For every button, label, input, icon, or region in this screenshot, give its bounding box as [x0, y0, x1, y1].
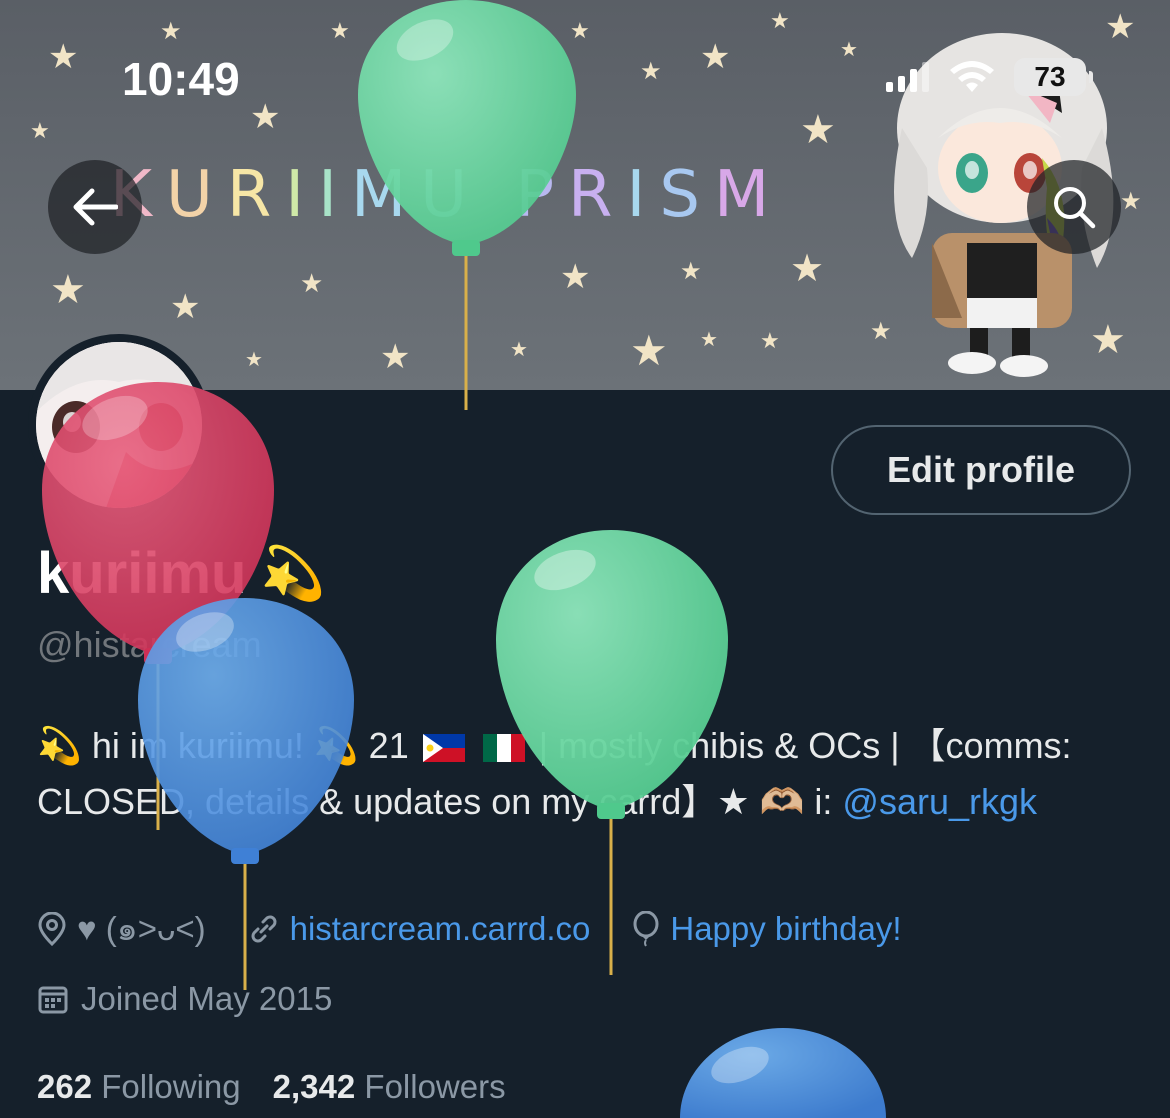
- star-decoration: ★: [50, 268, 86, 312]
- banner-title-letter: U: [420, 158, 482, 232]
- location-pin-icon: [38, 911, 66, 946]
- banner-title-letter: I: [626, 158, 660, 232]
- star-decoration: ★: [170, 288, 201, 326]
- joined-text: Joined May 2015: [81, 980, 333, 1017]
- star-decoration: ★: [790, 248, 825, 290]
- banner-title-letter: U: [165, 158, 227, 232]
- profile-meta-row: ♥ (๑˃ᴗ˂) histarcream.carrd.co Happy birt…: [37, 902, 944, 955]
- profile-bio: 💫 hi im kuriimu! 💫 21 | mostly chibis & …: [37, 718, 1137, 830]
- arrow-left-icon: [73, 188, 118, 226]
- banner-title-letter: R: [226, 158, 286, 232]
- calendar-icon: [38, 986, 68, 1014]
- profile-display-name: kuriimu 💫: [37, 540, 325, 607]
- star-decoration: ★: [30, 118, 50, 143]
- bio-mention-link[interactable]: @saru_rkgk: [842, 781, 1037, 822]
- back-button[interactable]: [48, 160, 142, 254]
- edit-profile-button[interactable]: Edit profile: [831, 425, 1131, 515]
- star-decoration: ★: [380, 338, 411, 376]
- star-decoration: ★: [510, 339, 528, 361]
- banner-title-letter: R: [568, 158, 627, 232]
- bio-text-intro: 💫 hi im kuriimu! 💫 21: [37, 725, 409, 766]
- status-time: 10:49: [122, 53, 240, 105]
- banner-title: KURIIMU PRISM: [110, 158, 783, 232]
- banner-title-letter: M: [351, 158, 421, 232]
- wifi-icon: [950, 61, 994, 92]
- followers-link[interactable]: 2,342 Followers: [273, 1068, 506, 1106]
- star-decoration: ★: [840, 39, 858, 61]
- profile-joined-date: Joined May 2015: [37, 980, 332, 1018]
- link-icon: [251, 915, 277, 942]
- search-icon: [1054, 187, 1096, 229]
- banner-title-letter: P: [515, 158, 569, 232]
- cellular-signal-icon: [886, 62, 929, 92]
- display-name-text: kuriimu: [37, 541, 247, 606]
- star-decoration: ★: [48, 38, 79, 76]
- follow-counts: 262 Following 2,342 Followers: [37, 1068, 506, 1106]
- star-decoration: ★: [700, 38, 731, 76]
- banner-title-letter: S: [659, 158, 714, 232]
- star-decoration: ★: [700, 329, 718, 351]
- followers-count: 2,342: [272, 1068, 356, 1105]
- philippines-flag-icon: [422, 734, 465, 763]
- banner-title-letter: [481, 158, 515, 232]
- following-label: Following: [101, 1068, 241, 1105]
- profile-handle: @histarcream: [37, 624, 262, 665]
- website-link[interactable]: histarcream.carrd.co: [290, 910, 591, 948]
- profile-birthday: Happy birthday!: [632, 910, 902, 948]
- location-text: ♥ (๑˃ᴗ˂): [77, 910, 206, 947]
- star-decoration: ★: [250, 98, 281, 136]
- mexico-flag-icon: [482, 734, 525, 763]
- star-decoration: ★: [800, 108, 836, 152]
- following-count: 262: [37, 1068, 93, 1105]
- banner-title-letter: I: [285, 158, 319, 232]
- avatar-image: [36, 342, 202, 508]
- star-decoration: ★: [245, 349, 263, 371]
- star-decoration: ★: [160, 18, 182, 45]
- star-decoration: ★: [560, 258, 591, 296]
- star-decoration: ★: [570, 18, 590, 43]
- balloon-icon: [633, 910, 659, 947]
- followers-label: Followers: [364, 1068, 506, 1105]
- star-decoration: ★: [640, 58, 662, 85]
- profile-avatar[interactable]: [28, 334, 210, 516]
- star-decoration: ★: [680, 258, 702, 285]
- star-decoration: ★: [300, 268, 324, 298]
- following-link[interactable]: 262 Following: [37, 1068, 241, 1106]
- star-decoration: ★: [760, 328, 780, 353]
- birthday-text[interactable]: Happy birthday!: [670, 910, 901, 948]
- blue-balloon-bottom: [680, 1028, 886, 1118]
- banner-title-letter: M: [714, 158, 784, 232]
- star-decoration: ★: [630, 327, 668, 374]
- dizzy-emoji: 💫: [260, 545, 326, 603]
- profile-website[interactable]: histarcream.carrd.co: [248, 910, 591, 948]
- star-decoration: ★: [330, 18, 350, 43]
- banner-title-letter: I: [318, 158, 352, 232]
- star-decoration: ★: [770, 8, 790, 33]
- search-button[interactable]: [1027, 160, 1121, 254]
- battery-indicator: 73: [1014, 58, 1093, 96]
- profile-location: ♥ (๑˃ᴗ˂): [37, 902, 206, 955]
